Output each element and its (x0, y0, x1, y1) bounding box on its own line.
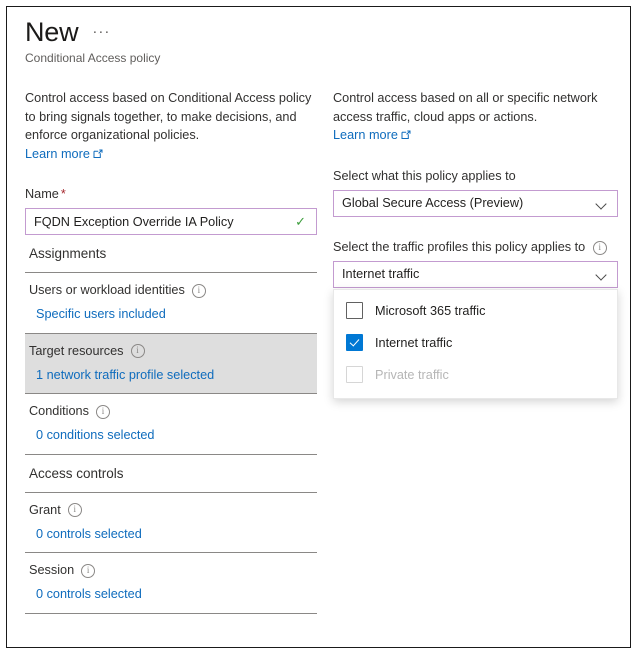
validation-check-icon: ✓ (295, 215, 308, 228)
right-learn-more-label: Learn more (333, 128, 398, 142)
applies-to-dropdown[interactable]: Global Secure Access (Preview) (333, 190, 618, 217)
info-icon[interactable] (192, 284, 206, 298)
panel-header: New ··· Conditional Access policy (25, 17, 160, 66)
info-icon[interactable] (593, 241, 607, 255)
option-private-traffic: Private traffic (334, 359, 617, 391)
external-link-icon (93, 146, 103, 165)
name-input-value: FQDN Exception Override IA Policy (34, 215, 295, 229)
left-intro-text: Control access based on Conditional Acce… (25, 89, 317, 145)
applies-to-dropdown-value: Global Secure Access (Preview) (342, 196, 596, 210)
control-row-session-value[interactable]: 0 controls selected (36, 585, 142, 604)
info-icon[interactable] (68, 503, 82, 517)
assignment-row-users-value[interactable]: Specific users included (36, 305, 166, 324)
info-icon[interactable] (81, 564, 95, 578)
assignments-heading: Assignments (25, 235, 317, 272)
page-subtitle: Conditional Access policy (25, 51, 160, 66)
assignment-row-users[interactable]: Users or workload identities Specific us… (25, 273, 317, 333)
right-column: Control access based on all or specific … (333, 89, 618, 288)
assignment-row-users-title: Users or workload identities (29, 282, 185, 299)
control-row-grant-title: Grant (29, 502, 61, 519)
checkbox-checked-icon[interactable] (346, 334, 363, 351)
page-title: New (25, 17, 78, 47)
assignment-row-conditions[interactable]: Conditions 0 conditions selected (25, 394, 317, 454)
checkbox-unchecked-icon[interactable] (346, 302, 363, 319)
left-column: Control access based on Conditional Acce… (25, 89, 317, 614)
control-row-grant-value[interactable]: 0 controls selected (36, 525, 142, 544)
assignment-row-conditions-title: Conditions (29, 403, 89, 420)
chevron-down-icon (596, 271, 607, 278)
traffic-profiles-label: Select the traffic profiles this policy … (333, 239, 618, 256)
name-label-text: Name (25, 187, 59, 201)
right-learn-more-link[interactable]: Learn more (333, 126, 411, 146)
assignment-row-target-resources-value[interactable]: 1 network traffic profile selected (36, 366, 214, 385)
traffic-profiles-dropdown-value: Internet traffic (342, 267, 596, 281)
option-internet-traffic-label: Internet traffic (375, 336, 452, 350)
assignment-row-conditions-value[interactable]: 0 conditions selected (36, 426, 155, 445)
name-field-label: Name* (25, 186, 317, 203)
traffic-profiles-label-text: Select the traffic profiles this policy … (333, 240, 585, 254)
option-internet-traffic[interactable]: Internet traffic (334, 327, 617, 359)
required-indicator: * (61, 187, 66, 201)
divider (25, 613, 317, 614)
chevron-down-icon (596, 200, 607, 207)
control-row-session-title: Session (29, 562, 74, 579)
name-input[interactable]: FQDN Exception Override IA Policy ✓ (25, 208, 317, 235)
checkbox-disabled-icon (346, 366, 363, 383)
traffic-profiles-dropdown[interactable]: Internet traffic (333, 261, 618, 288)
info-icon[interactable] (96, 405, 110, 419)
option-private-traffic-label: Private traffic (375, 368, 449, 382)
right-intro-text: Control access based on all or specific … (333, 89, 618, 126)
control-row-session[interactable]: Session 0 controls selected (25, 553, 317, 613)
more-options-button[interactable]: ··· (92, 20, 110, 47)
traffic-profiles-dropdown-wrapper: Internet traffic Microsoft 365 traffic I… (333, 261, 618, 288)
traffic-profiles-option-list: Microsoft 365 traffic Internet traffic P… (333, 289, 618, 399)
control-row-grant[interactable]: Grant 0 controls selected (25, 493, 317, 553)
access-controls-heading: Access controls (25, 455, 317, 492)
assignment-row-target-resources[interactable]: Target resources 1 network traffic profi… (25, 334, 317, 394)
assignment-row-target-resources-title: Target resources (29, 343, 124, 360)
external-link-icon (401, 127, 411, 146)
info-icon[interactable] (131, 344, 145, 358)
option-microsoft-365-traffic-label: Microsoft 365 traffic (375, 304, 485, 318)
left-learn-more-link[interactable]: Learn more (25, 145, 103, 165)
left-learn-more-label: Learn more (25, 147, 90, 161)
conditional-access-policy-panel: New ··· Conditional Access policy Contro… (6, 6, 631, 648)
applies-to-label: Select what this policy applies to (333, 168, 618, 185)
option-microsoft-365-traffic[interactable]: Microsoft 365 traffic (334, 295, 617, 327)
